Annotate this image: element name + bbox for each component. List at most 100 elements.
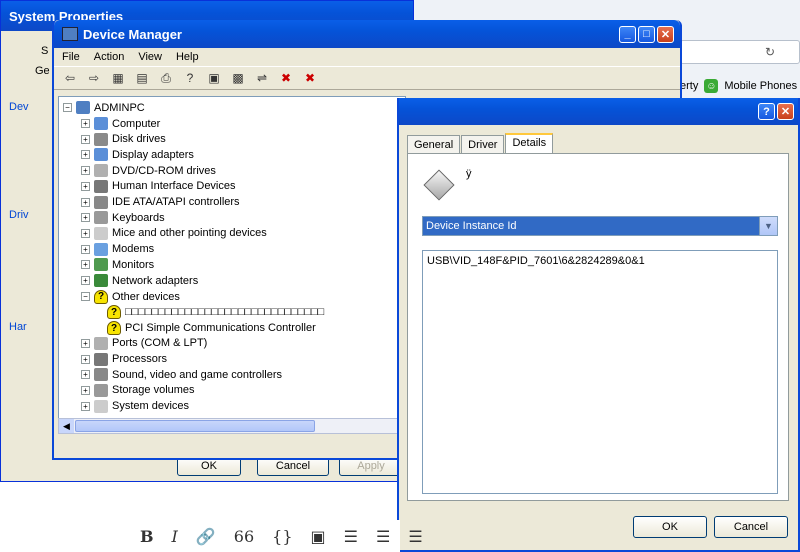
bullet-list-icon[interactable]: ☰: [376, 527, 390, 546]
expand-icon[interactable]: +: [81, 385, 90, 395]
expand-icon[interactable]: +: [81, 370, 90, 380]
expand-icon[interactable]: +: [81, 244, 90, 254]
tree-item[interactable]: + DVD/CD-ROM drives: [81, 164, 216, 178]
tree-child-item[interactable]: ? PCI Simple Communications Controller: [107, 321, 316, 336]
tree-item[interactable]: + Mice and other pointing devices: [81, 226, 267, 240]
tree-item[interactable]: + Keyboards: [81, 211, 165, 225]
tree-child-item[interactable]: ? □□□□□□□□□□□□□□□□□□□□□□□□□□□□□□: [107, 305, 324, 320]
expand-icon[interactable]: +: [81, 213, 90, 223]
close-button[interactable]: ✕: [777, 103, 794, 120]
close-button[interactable]: ✕: [657, 25, 674, 43]
expand-icon[interactable]: +: [81, 197, 90, 207]
chevron-down-icon[interactable]: ▼: [759, 217, 777, 235]
editor-toolbar: B I 🔗 66 {} ▣ ☰ ☰ ☰: [120, 520, 423, 552]
expand-icon[interactable]: +: [81, 276, 90, 285]
ordered-list-icon[interactable]: ☰: [344, 527, 358, 546]
minimize-button[interactable]: _: [619, 25, 636, 43]
bookmark-2[interactable]: Mobile Phones: [724, 80, 797, 92]
tree-item[interactable]: −? Other devices: [81, 289, 180, 304]
menu-help[interactable]: Help: [176, 51, 199, 63]
tree-item[interactable]: + Human Interface Devices: [81, 179, 236, 193]
tree-item[interactable]: + System devices: [81, 399, 189, 413]
menu-action[interactable]: Action: [94, 51, 125, 63]
tree-item[interactable]: + Storage volumes: [81, 383, 195, 397]
expand-icon[interactable]: +: [81, 134, 90, 144]
tree-item[interactable]: + Monitors: [81, 258, 154, 272]
maximize-button[interactable]: □: [638, 25, 655, 43]
expand-icon[interactable]: +: [81, 166, 90, 176]
tree-item[interactable]: + Processors: [81, 352, 167, 366]
tree-item[interactable]: + Display adapters: [81, 148, 194, 162]
uninstall-icon[interactable]: ✖: [302, 70, 318, 86]
tree-item[interactable]: + Modems: [81, 242, 154, 256]
expand-icon[interactable]: +: [81, 228, 90, 238]
group-drivers: Driv: [9, 209, 29, 221]
image-icon[interactable]: ▣: [311, 527, 326, 546]
quote-icon[interactable]: 66: [234, 527, 254, 546]
tree-item-label: Human Interface Devices: [112, 180, 236, 193]
heading-icon[interactable]: ☰: [408, 527, 422, 546]
sysprop-tab-2[interactable]: Ge: [35, 65, 50, 77]
forward-icon[interactable]: ⇨: [86, 70, 102, 86]
expand-icon[interactable]: +: [81, 401, 90, 411]
property-value-list[interactable]: USB\VID_148F&PID_7601\6&2824289&0&1: [422, 250, 778, 494]
collapse-icon[interactable]: −: [81, 292, 90, 302]
tree-item[interactable]: + Computer: [81, 117, 160, 130]
sysprop-tab-1[interactable]: S: [41, 45, 48, 57]
tree-item-label: IDE ATA/ATAPI controllers: [112, 196, 240, 208]
bold-button[interactable]: B: [140, 527, 154, 546]
tree-item[interactable]: + Network adapters: [81, 274, 198, 287]
update-driver-icon[interactable]: ⇌: [254, 70, 270, 86]
expand-icon[interactable]: +: [81, 260, 90, 270]
device-manager-titlebar[interactable]: Device Manager _ □ ✕: [54, 20, 680, 48]
expand-icon[interactable]: +: [81, 354, 90, 364]
tab-details[interactable]: Details: [505, 133, 554, 154]
help-icon[interactable]: ?: [182, 70, 198, 86]
device-category-icon: [94, 195, 108, 209]
menu-view[interactable]: View: [138, 51, 162, 63]
expand-icon[interactable]: +: [81, 150, 90, 160]
tree-item[interactable]: + Sound, video and game controllers: [81, 368, 282, 382]
scroll-left-icon[interactable]: ◀: [59, 419, 74, 433]
tree-item[interactable]: + IDE ATA/ATAPI controllers: [81, 195, 240, 209]
tree-item[interactable]: + Ports (COM & LPT): [81, 336, 207, 350]
device-category-icon: [94, 179, 108, 193]
expand-icon[interactable]: +: [81, 181, 90, 191]
help-button[interactable]: ?: [758, 103, 775, 120]
address-bar[interactable]: ↻: [680, 40, 800, 64]
device-tree: − ADMINPC + Computer + Disk drives + Display …: [58, 96, 406, 432]
property-select[interactable]: Device Instance Id ▼: [422, 216, 778, 236]
bookmark-1[interactable]: erty: [680, 80, 698, 92]
tree-item[interactable]: + Disk drives: [81, 132, 166, 146]
collapse-icon[interactable]: −: [63, 103, 72, 112]
device-properties-dialog: ? ✕ General Driver Details ÿ Device Inst…: [397, 98, 800, 552]
tree-item-label: Sound, video and game controllers: [112, 368, 282, 381]
tree-root[interactable]: − ADMINPC: [63, 101, 145, 114]
back-icon[interactable]: ⇦: [62, 70, 78, 86]
expand-icon[interactable]: +: [81, 338, 90, 348]
scroll-thumb[interactable]: [75, 420, 315, 432]
horizontal-scrollbar[interactable]: ◀: [58, 418, 406, 434]
property-value[interactable]: USB\VID_148F&PID_7601\6&2824289&0&1: [427, 255, 773, 267]
print-icon[interactable]: ⎙: [158, 70, 174, 86]
view-icon[interactable]: ▣: [206, 70, 222, 86]
expand-icon[interactable]: +: [81, 119, 90, 128]
warning-icon: ?: [107, 305, 121, 320]
refresh-icon[interactable]: ↻: [765, 45, 775, 59]
link-icon[interactable]: 🔗: [196, 527, 216, 546]
properties-titlebar[interactable]: ? ✕: [399, 98, 798, 125]
computer-icon: [76, 101, 90, 114]
device-category-icon: [94, 132, 108, 146]
cancel-button[interactable]: Cancel: [714, 516, 788, 538]
device-category-icon: [94, 164, 108, 178]
scan-hardware-icon[interactable]: ▩: [230, 70, 246, 86]
device-category-icon: [94, 226, 108, 240]
italic-button[interactable]: I: [172, 527, 178, 546]
ok-button[interactable]: OK: [633, 516, 707, 538]
toolbar: ⇦ ⇨ ▦ ▤ ⎙ ? ▣ ▩ ⇌ ✖ ✖: [54, 66, 680, 90]
disable-device-icon[interactable]: ✖: [278, 70, 294, 86]
show-hide-tree-icon[interactable]: ▦: [110, 70, 126, 86]
properties-icon[interactable]: ▤: [134, 70, 150, 86]
menu-file[interactable]: File: [62, 51, 80, 63]
code-icon[interactable]: {}: [272, 527, 292, 546]
